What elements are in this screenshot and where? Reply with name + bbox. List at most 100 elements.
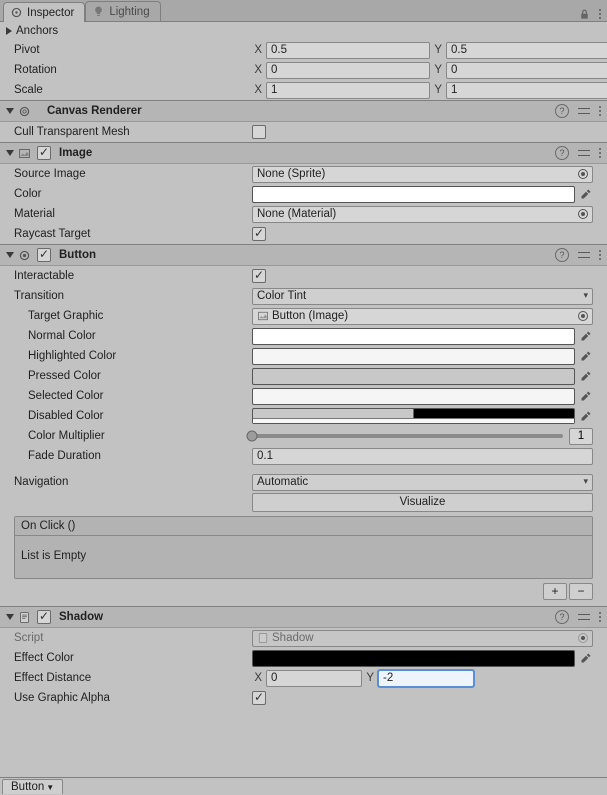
disabled-color-row: Disabled Color — [0, 406, 607, 426]
onclick-event-box: On Click () List is Empty — [14, 516, 593, 579]
pivot-x-input[interactable] — [266, 42, 430, 59]
slider-thumb[interactable] — [247, 431, 258, 442]
lightbulb-icon — [92, 5, 105, 18]
raycast-checkbox[interactable] — [252, 227, 266, 241]
button-component-icon — [18, 249, 31, 262]
color-multiplier-label: Color Multiplier — [28, 430, 252, 442]
eyedropper-icon[interactable] — [579, 187, 593, 201]
effect-color-field[interactable] — [252, 650, 575, 667]
onclick-remove-button[interactable]: − — [569, 583, 593, 600]
presets-icon[interactable] — [577, 610, 591, 624]
material-field[interactable]: None (Material) — [252, 206, 593, 223]
pressed-color-field[interactable] — [252, 368, 575, 385]
object-picker-icon — [578, 633, 588, 643]
material-value: None (Material) — [257, 208, 336, 220]
disabled-color-field[interactable] — [252, 408, 575, 424]
eyedropper-icon[interactable] — [579, 409, 593, 423]
navigation-row: Navigation Automatic — [0, 472, 607, 492]
help-icon[interactable]: ? — [555, 248, 569, 262]
material-preview-tab[interactable]: Button ▼ — [2, 779, 63, 794]
inspector-icon — [10, 6, 23, 19]
x-label[interactable]: X — [252, 44, 264, 56]
scale-y-input[interactable] — [446, 82, 607, 99]
highlighted-color-field[interactable] — [252, 348, 575, 365]
color-multiplier-value[interactable] — [569, 428, 593, 445]
eyedropper-icon[interactable] — [579, 389, 593, 403]
source-image-field[interactable]: None (Sprite) — [252, 166, 593, 183]
presets-icon[interactable] — [577, 248, 591, 262]
y-label[interactable]: Y — [432, 84, 444, 96]
selected-color-field[interactable] — [252, 388, 575, 405]
cull-transparent-checkbox[interactable] — [252, 125, 266, 139]
tab-inspector[interactable]: Inspector — [3, 2, 85, 22]
use-graphic-alpha-label: Use Graphic Alpha — [14, 692, 252, 704]
y-label[interactable]: Y — [432, 44, 444, 56]
image-icon — [18, 147, 31, 160]
image-color-field[interactable] — [252, 186, 575, 203]
kebab-icon[interactable] — [599, 610, 601, 624]
help-icon[interactable]: ? — [555, 146, 569, 160]
transition-row: Transition Color Tint — [0, 286, 607, 306]
eyedropper-icon[interactable] — [579, 349, 593, 363]
shadow-header[interactable]: Shadow ? — [0, 606, 607, 628]
onclick-add-button[interactable]: + — [543, 583, 567, 600]
presets-icon[interactable] — [577, 146, 591, 160]
visualize-button[interactable]: Visualize — [252, 493, 593, 512]
button-enable-checkbox[interactable] — [37, 248, 51, 262]
object-picker-icon[interactable] — [578, 169, 588, 179]
use-graphic-alpha-checkbox[interactable] — [252, 691, 266, 705]
lock-icon[interactable] — [578, 8, 591, 21]
object-picker-icon[interactable] — [578, 311, 588, 321]
image-title: Image — [59, 147, 92, 159]
effect-color-row: Effect Color — [0, 648, 607, 668]
pivot-y-input[interactable] — [446, 42, 607, 59]
fade-duration-input[interactable] — [252, 448, 593, 465]
material-label: Material — [14, 208, 252, 220]
anchors-row[interactable]: Anchors — [0, 22, 607, 40]
anchors-label: Anchors — [16, 25, 58, 37]
object-picker-icon[interactable] — [578, 209, 588, 219]
canvas-renderer-title: Canvas Renderer — [47, 105, 142, 117]
transition-label: Transition — [14, 290, 252, 302]
color-multiplier-slider[interactable] — [252, 434, 563, 438]
eyedropper-icon[interactable] — [579, 329, 593, 343]
normal-color-field[interactable] — [252, 328, 575, 345]
kebab-icon[interactable] — [599, 104, 601, 118]
shadow-enable-checkbox[interactable] — [37, 610, 51, 624]
eyedropper-icon[interactable] — [579, 651, 593, 665]
rotation-y-input[interactable] — [446, 62, 607, 79]
button-title: Button — [59, 249, 96, 261]
button-header[interactable]: Button ? — [0, 244, 607, 266]
y-label[interactable]: Y — [364, 672, 376, 684]
navigation-dropdown[interactable]: Automatic — [252, 474, 593, 491]
y-label[interactable]: Y — [432, 64, 444, 76]
effect-distance-y-input[interactable] — [378, 670, 474, 687]
eyedropper-icon[interactable] — [579, 369, 593, 383]
canvas-renderer-header[interactable]: Canvas Renderer ? — [0, 100, 607, 122]
help-icon[interactable]: ? — [555, 104, 569, 118]
transition-dropdown[interactable]: Color Tint — [252, 288, 593, 305]
use-graphic-alpha-row: Use Graphic Alpha — [0, 688, 607, 708]
help-icon[interactable]: ? — [555, 610, 569, 624]
onclick-body: List is Empty — [15, 536, 592, 578]
kebab-icon[interactable] — [599, 248, 601, 262]
kebab-icon[interactable] — [599, 7, 601, 21]
kebab-icon[interactable] — [599, 146, 601, 160]
x-label[interactable]: X — [252, 672, 264, 684]
target-graphic-field[interactable]: Button (Image) — [252, 308, 593, 325]
effect-distance-x-input[interactable] — [266, 670, 362, 687]
material-row: Material None (Material) — [0, 204, 607, 224]
rotation-x-input[interactable] — [266, 62, 430, 79]
x-label[interactable]: X — [252, 64, 264, 76]
raycast-label: Raycast Target — [14, 228, 252, 240]
image-header[interactable]: Image ? — [0, 142, 607, 164]
image-enable-checkbox[interactable] — [37, 146, 51, 160]
script-mini-icon — [257, 632, 269, 644]
scale-x-input[interactable] — [266, 82, 430, 99]
selected-color-row: Selected Color — [0, 386, 607, 406]
presets-icon[interactable] — [577, 104, 591, 118]
foldout-icon — [6, 150, 14, 156]
x-label[interactable]: X — [252, 84, 264, 96]
tab-lighting[interactable]: Lighting — [85, 1, 160, 21]
interactable-checkbox[interactable] — [252, 269, 266, 283]
